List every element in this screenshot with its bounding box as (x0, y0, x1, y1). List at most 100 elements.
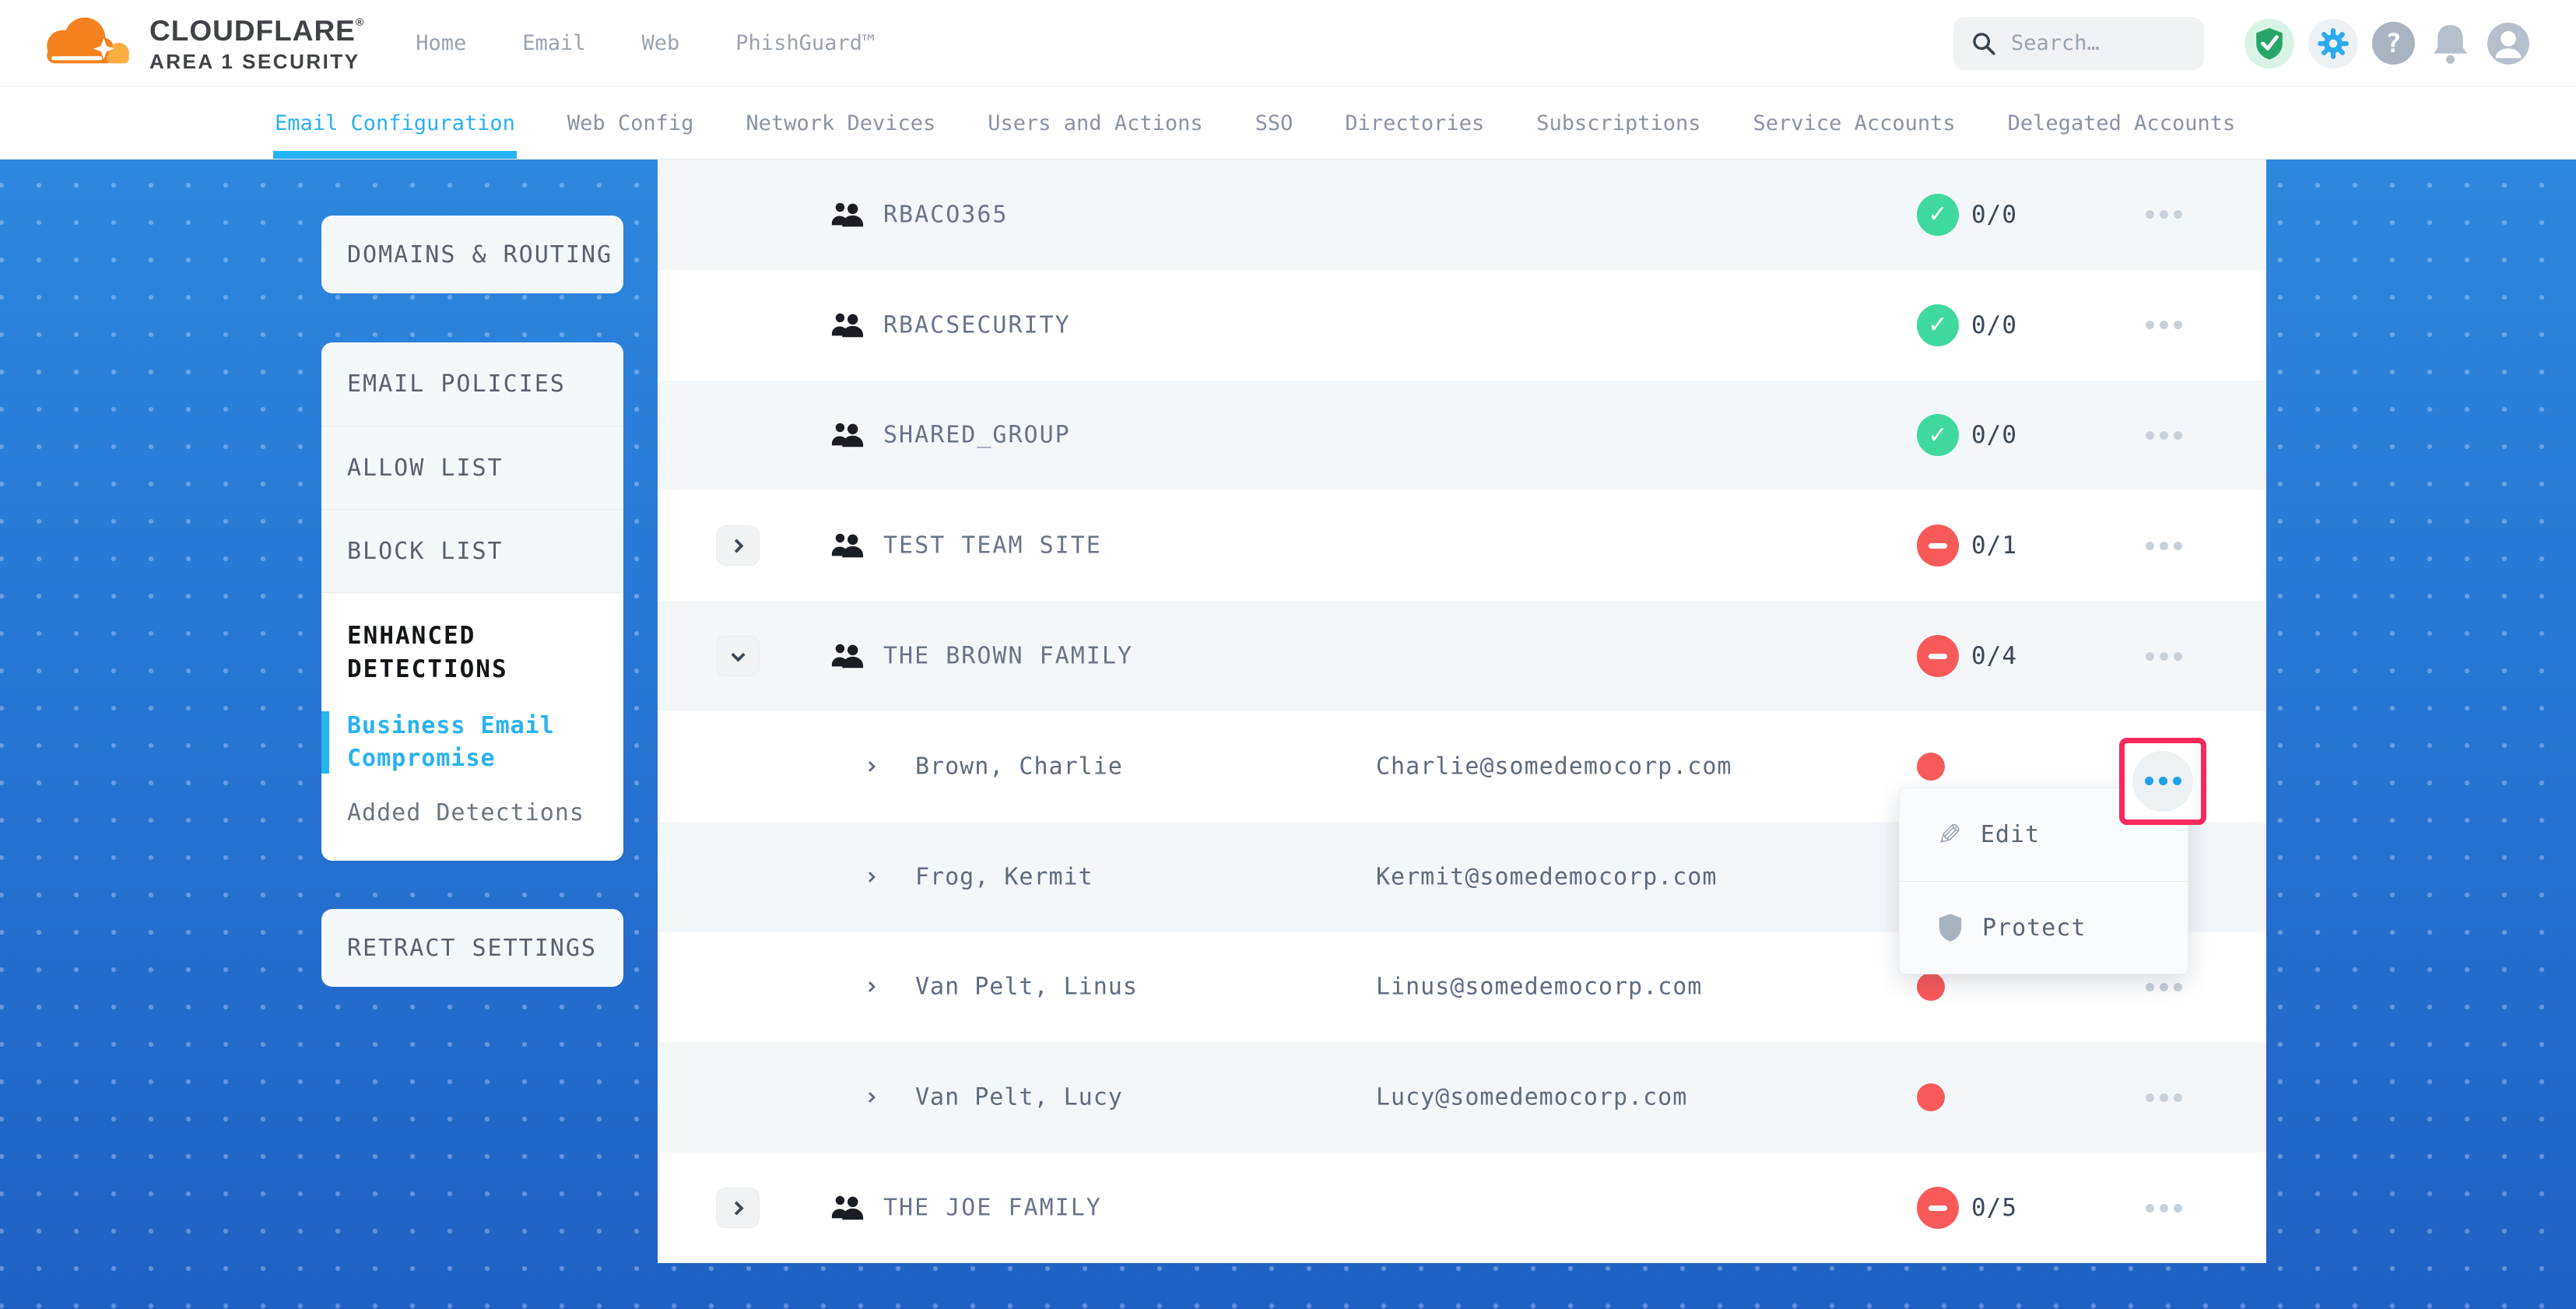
member-name: Van Pelt, Lucy (915, 1084, 1123, 1111)
ellipsis-icon (2146, 431, 2182, 440)
group-icon (830, 201, 865, 229)
status-badge-ok: ✓ (1917, 304, 1959, 346)
tab-users-and-actions[interactable]: Users and Actions (986, 87, 1204, 159)
ellipsis-icon (2146, 983, 2182, 991)
group-icon (830, 311, 865, 339)
cloudflare-logo: CLOUDFLARE® AREA 1 SECURITY (36, 12, 364, 75)
groups-table: RBACO365 ✓ 0/0 RBACSECURITY ✓ 0/0 SHARED… (658, 160, 2266, 1263)
sidebar-item-email-policies[interactable]: EMAIL POLICIES (321, 342, 623, 426)
sidebar-subitem-business-email-compromise[interactable]: Business Email Compromise (321, 710, 586, 775)
alert-dot (1917, 1083, 1945, 1111)
menu-item-label: Edit (1981, 821, 2040, 848)
chevron-down-icon (731, 647, 745, 662)
sidebar-subitem-added-detections[interactable]: Added Detections (321, 797, 586, 830)
member-email: Charlie@somedemocorp.com (1376, 753, 1732, 780)
minus-icon (1928, 654, 1947, 659)
nav-email[interactable]: Email (522, 31, 585, 55)
tab-sso[interactable]: SSO (1254, 87, 1295, 159)
alert-dot (1917, 973, 1945, 1001)
tab-email-configuration[interactable]: Email Configuration (273, 87, 517, 159)
status-badge-blocked (1917, 1187, 1959, 1229)
sidebar-item-retract-settings[interactable]: RETRACT SETTINGS (321, 935, 597, 962)
protected-count: 0/0 (1971, 421, 2017, 449)
expand-button[interactable] (716, 525, 760, 566)
row-menu-button[interactable] (2113, 1042, 2214, 1153)
status-badge-ok: ✓ (1917, 414, 1959, 456)
search-input[interactable] (2011, 31, 2167, 55)
header-icon-row: ? (2244, 19, 2531, 68)
sidebar-item-enhanced-detections[interactable]: ENHANCED DETECTIONS (321, 619, 578, 686)
menu-item-protect[interactable]: Protect (1900, 881, 2188, 974)
member-name: Frog, Kermit (915, 863, 1093, 890)
row-menu-button[interactable] (2113, 490, 2214, 601)
sidebar-item-domains-routing[interactable]: DOMAINS & ROUTING (321, 241, 612, 268)
table-row: THE JOE FAMILY 0/5 (658, 1153, 2266, 1263)
tab-web-config[interactable]: Web Config (566, 87, 696, 159)
sidebar-item-block-list[interactable]: BLOCK LIST (321, 509, 623, 592)
section-tabbar: Email Configuration Web Config Network D… (0, 87, 2576, 160)
member-chevron-icon[interactable] (865, 1092, 876, 1103)
group-name: THE JOE FAMILY (883, 1195, 1102, 1222)
account-icon[interactable] (2486, 21, 2531, 66)
nav-web[interactable]: Web (642, 31, 680, 55)
minus-icon (1928, 1205, 1947, 1211)
expand-button[interactable] (716, 1188, 760, 1228)
bell-icon[interactable] (2429, 21, 2472, 66)
row-menu-button[interactable] (2113, 381, 2214, 491)
ellipsis-icon (2146, 652, 2182, 661)
member-chevron-icon[interactable] (865, 872, 876, 883)
row-menu-button[interactable] (2113, 601, 2214, 711)
check-icon: ✓ (1928, 422, 1947, 449)
menu-item-label: Protect (1982, 914, 2086, 942)
row-menu-button[interactable] (2113, 1153, 2214, 1263)
status-badge-blocked (1917, 635, 1959, 677)
group-icon (830, 421, 865, 449)
table-row: Van Pelt, Lucy Lucy@somedemocorp.com (658, 1042, 2266, 1153)
sidebar-card-policies: EMAIL POLICIES ALLOW LIST BLOCK LIST ENH… (321, 342, 623, 861)
help-icon[interactable]: ? (2372, 22, 2415, 65)
ellipsis-icon (2146, 210, 2182, 219)
menu-button-circle (2132, 751, 2193, 812)
member-email: Lucy@somedemocorp.com (1376, 1084, 1687, 1111)
tab-directories[interactable]: Directories (1343, 87, 1486, 159)
group-name: THE BROWN FAMILY (883, 643, 1133, 670)
brand-text: CLOUDFLARE® AREA 1 SECURITY (149, 16, 364, 75)
table-row: SHARED_GROUP ✓ 0/0 (658, 381, 2266, 491)
search-icon (1971, 30, 1997, 57)
row-menu-button-highlighted[interactable] (2119, 738, 2206, 825)
protected-count: 0/0 (1971, 311, 2017, 339)
group-name: RBACSECURITY (883, 311, 1071, 339)
group-icon (830, 642, 865, 670)
sidebar-item-allow-list[interactable]: ALLOW LIST (321, 426, 623, 509)
gear-icon[interactable] (2308, 19, 2358, 68)
row-menu-button[interactable] (2113, 160, 2214, 270)
check-icon: ✓ (1928, 311, 1947, 339)
collapse-button[interactable] (716, 636, 760, 676)
shield-check-icon[interactable] (2244, 19, 2294, 68)
sidebar-card-domains-routing[interactable]: DOMAINS & ROUTING (321, 216, 623, 293)
top-header: CLOUDFLARE® AREA 1 SECURITY Home Email W… (0, 0, 2576, 87)
sidebar-card-retract-settings[interactable]: RETRACT SETTINGS (321, 909, 623, 987)
minus-icon (1928, 543, 1947, 549)
member-name: Van Pelt, Linus (915, 974, 1138, 1001)
member-chevron-icon[interactable] (865, 761, 876, 772)
member-name: Brown, Charlie (915, 753, 1123, 780)
row-menu-button[interactable] (2113, 270, 2214, 381)
nav-home[interactable]: Home (416, 31, 466, 55)
search-box[interactable] (1953, 17, 2204, 70)
table-row: RBACO365 ✓ 0/0 (658, 160, 2266, 270)
tab-subscriptions[interactable]: Subscriptions (1535, 87, 1702, 159)
tab-service-accounts[interactable]: Service Accounts (1752, 87, 1957, 159)
sidebar-section-enhanced-detections: ENHANCED DETECTIONS Business Email Compr… (321, 592, 623, 861)
nav-phishguard[interactable]: PhishGuard™ (735, 31, 875, 55)
table-row: TEST TEAM SITE 0/1 (658, 490, 2266, 601)
tab-network-devices[interactable]: Network Devices (744, 87, 937, 159)
tab-delegated-accounts[interactable]: Delegated Accounts (2006, 87, 2237, 159)
cloudflare-cloud-icon (36, 12, 139, 75)
status-badge-ok: ✓ (1917, 194, 1959, 236)
main-nav: Home Email Web PhishGuard™ (416, 31, 875, 55)
page: CLOUDFLARE® AREA 1 SECURITY Home Email W… (0, 0, 2576, 1309)
ellipsis-icon-active (2145, 777, 2181, 785)
member-chevron-icon[interactable] (865, 981, 876, 992)
group-icon (830, 532, 865, 560)
